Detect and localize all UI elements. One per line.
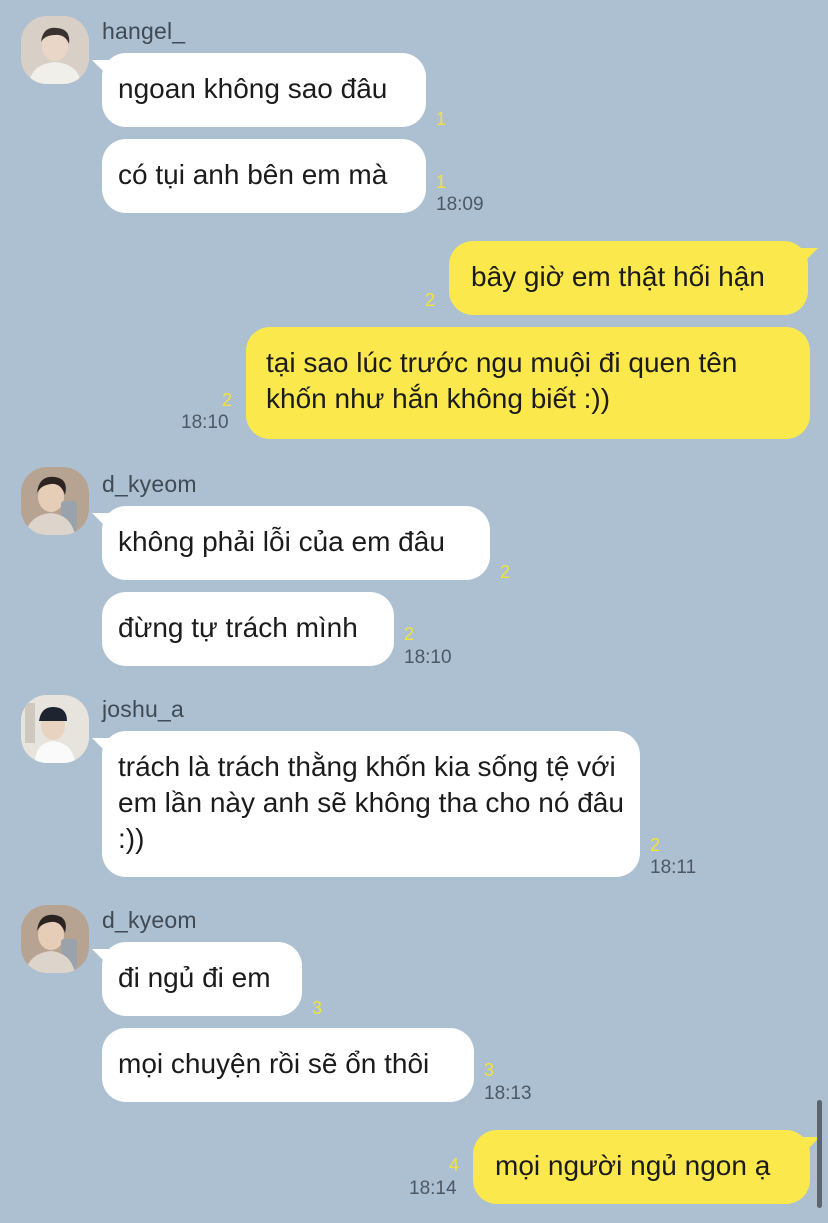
profile-photo-icon: [21, 16, 89, 84]
message-timestamp: 18:13: [484, 1083, 532, 1104]
unread-count: 2: [650, 835, 661, 855]
avatar-d-kyeom[interactable]: [21, 905, 89, 973]
sender-name: joshu_a: [102, 696, 184, 722]
unread-count: 3: [312, 998, 323, 1018]
message-timestamp: 18:11: [650, 857, 697, 878]
incoming-message-bubble[interactable]: đi ngủ đi em: [102, 942, 302, 1016]
unread-count: 2: [222, 390, 233, 410]
incoming-message-bubble[interactable]: đừng tự trách mình: [102, 592, 394, 666]
unread-count: 1: [436, 109, 447, 129]
incoming-message-bubble[interactable]: không phải lỗi của em đâu: [102, 506, 490, 580]
bubble-tail: [800, 248, 818, 266]
message-timestamp: 18:09: [436, 194, 484, 215]
incoming-message-bubble[interactable]: ngoan không sao đâu: [102, 53, 426, 127]
profile-photo-icon: [21, 905, 89, 973]
unread-count: 4: [449, 1155, 460, 1175]
outgoing-message-bubble[interactable]: bây giờ em thật hối hận: [449, 241, 808, 315]
unread-count: 1: [436, 172, 447, 192]
incoming-message-bubble[interactable]: trách là trách thằng khốn kia sống tệ vớ…: [102, 731, 640, 877]
outgoing-message-bubble[interactable]: mọi người ngủ ngon ạ: [473, 1130, 810, 1204]
profile-photo-icon: [21, 695, 89, 763]
chat-window: hangel_ ngoan không sao đâu 1 có tụi anh…: [0, 0, 828, 1223]
unread-count: 3: [484, 1060, 495, 1080]
outgoing-message-bubble[interactable]: tại sao lúc trước ngu muội đi quen tên k…: [246, 327, 810, 439]
incoming-message-bubble[interactable]: có tụi anh bên em mà: [102, 139, 426, 213]
unread-count: 2: [404, 624, 415, 644]
avatar-hangel[interactable]: [21, 16, 89, 84]
unread-count: 2: [425, 290, 436, 310]
sender-name: d_kyeom: [102, 471, 197, 497]
profile-photo-icon: [21, 467, 89, 535]
avatar-joshu-a[interactable]: [21, 695, 89, 763]
message-timestamp: 18:10: [404, 647, 452, 668]
unread-count: 2: [500, 562, 511, 582]
incoming-message-bubble[interactable]: mọi chuyện rồi sẽ ổn thôi: [102, 1028, 474, 1102]
avatar-d-kyeom[interactable]: [21, 467, 89, 535]
sender-name: hangel_: [102, 18, 186, 44]
scrollbar[interactable]: [817, 1100, 822, 1208]
sender-name: d_kyeom: [102, 907, 197, 933]
message-timestamp: 18:14: [409, 1178, 457, 1199]
message-timestamp: 18:10: [181, 412, 229, 433]
